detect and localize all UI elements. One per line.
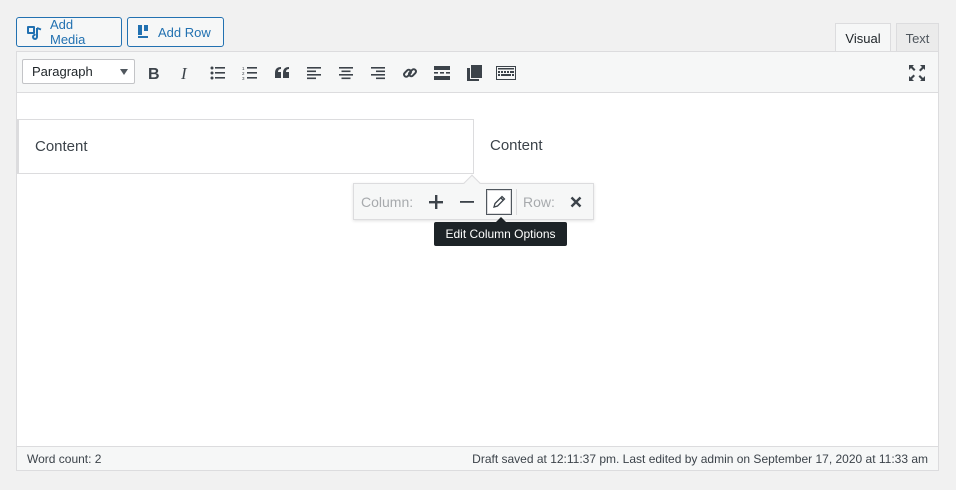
align-right-icon[interactable]	[366, 61, 390, 85]
align-left-icon[interactable]	[302, 61, 326, 85]
remove-column-button[interactable]	[454, 189, 480, 215]
draft-status: Draft saved at 12:11:37 pm. Last edited …	[472, 452, 928, 466]
minus-icon	[460, 201, 474, 203]
add-column-button[interactable]	[423, 189, 449, 215]
tab-text[interactable]: Text	[896, 23, 939, 52]
read-more-icon[interactable]	[430, 61, 454, 85]
chevron-down-icon	[120, 69, 128, 75]
pencil-icon	[493, 195, 506, 208]
content-area[interactable]: Content Content Column: Row: Edit Column…	[17, 94, 938, 447]
plus-icon	[429, 195, 443, 209]
status-bar: Word count: 2 Draft saved at 12:11:37 pm…	[17, 446, 938, 470]
tooltip-text: Edit Column Options	[445, 227, 556, 241]
align-center-icon[interactable]	[334, 61, 358, 85]
column-toolbar-divider	[516, 189, 517, 215]
editor-toolbar: Paragraph B I 123	[17, 52, 938, 93]
svg-text:I: I	[180, 65, 188, 81]
word-count: Word count: 2	[27, 452, 102, 466]
numbered-list-icon[interactable]: 123	[238, 61, 262, 85]
remove-row-button[interactable]	[563, 189, 589, 215]
column-2-text: Content	[490, 137, 543, 154]
column-1-text: Content	[35, 138, 88, 155]
italic-icon[interactable]: I	[174, 61, 198, 85]
tooltip: Edit Column Options	[434, 217, 567, 246]
add-row-label: Add Row	[158, 24, 211, 40]
format-select-value: Paragraph	[32, 64, 93, 79]
format-select[interactable]: Paragraph	[22, 59, 135, 84]
tooltip-pointer	[496, 217, 506, 222]
row-label: Row:	[523, 194, 555, 210]
column-2[interactable]: Content	[474, 119, 934, 174]
fullscreen-icon[interactable]	[905, 61, 929, 85]
close-icon	[570, 196, 582, 208]
edit-column-options-button[interactable]	[486, 189, 512, 215]
media-icon	[26, 24, 43, 41]
editor: Paragraph B I 123 Content Content Column…	[16, 51, 939, 471]
column-toolbar: Column: Row:	[353, 174, 594, 220]
svg-text:B: B	[148, 66, 160, 81]
blockquote-icon[interactable]	[270, 61, 294, 85]
keyboard-icon[interactable]	[494, 61, 518, 85]
svg-text:3: 3	[242, 76, 245, 80]
bold-icon[interactable]: B	[142, 61, 166, 85]
column-label: Column:	[361, 194, 414, 210]
column-1[interactable]: Content	[17, 119, 474, 174]
add-row-button[interactable]: Add Row	[127, 17, 224, 47]
toggle-toolbar-icon[interactable]	[462, 61, 486, 85]
add-media-label: Add Media	[50, 17, 86, 47]
tab-visual[interactable]: Visual	[835, 23, 891, 53]
bulleted-list-icon[interactable]	[206, 61, 230, 85]
link-icon[interactable]	[398, 61, 422, 85]
add-media-button[interactable]: Add Media	[16, 17, 122, 47]
columns-icon	[137, 25, 151, 39]
